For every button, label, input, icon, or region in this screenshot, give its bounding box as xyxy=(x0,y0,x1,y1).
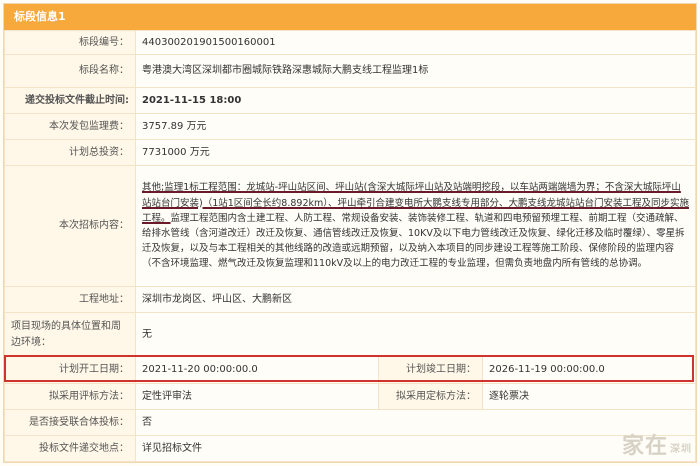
award-method-label: 拟采用定标方法： xyxy=(378,383,483,410)
scope-rest-text: 监理工程范围内含土建工程、人防工程、常规设备安装、装饰装修工程、轨道和四电预留预… xyxy=(142,212,685,270)
eval-method-value: 定性评审法 xyxy=(135,383,379,410)
row-location: 工程地址： 深圳市龙岗区、坪山区、大鹏新区 xyxy=(4,286,696,313)
row-deadline: 递交投标文件截止时间: 2021-11-15 18:00 xyxy=(4,87,696,114)
consortium-label: 是否接受联合体投标： xyxy=(4,409,136,436)
location-label: 工程地址： xyxy=(4,286,136,313)
row-planned-dates: 计划开工日期： 2021-11-20 00:00:00.0 计划竣工日期： 20… xyxy=(4,356,696,384)
row-evaluation: 拟采用评标方法： 定性评审法 拟采用定标方法： 逐轮票决 xyxy=(4,383,696,410)
tender-section-panel: 标段信息1 标段编号： 440300201901500160001 标段名称： … xyxy=(3,3,697,463)
submission-value: 详见招标文件 xyxy=(135,435,696,462)
row-section-code: 标段编号： 440300201901500160001 xyxy=(4,30,696,55)
submission-label: 投标文件递交地点： xyxy=(4,435,136,462)
site-value: 无 xyxy=(135,312,696,357)
end-date-value: 2026-11-19 00:00:00.0 xyxy=(482,356,696,384)
deadline-label: 递交投标文件截止时间: xyxy=(4,87,136,114)
start-date-label: 计划开工日期： xyxy=(4,356,136,384)
investment-value: 7731000 万元 xyxy=(135,139,696,166)
section-name-label: 标段名称： xyxy=(4,54,136,88)
consortium-value: 否 xyxy=(135,409,696,436)
row-site-environment: 项目现场的具体位置和周边环境： 无 xyxy=(4,312,696,357)
tender-info-table: 标段编号： 440300201901500160001 标段名称： 粤港澳大湾区… xyxy=(4,30,696,462)
row-consortium: 是否接受联合体投标： 否 xyxy=(4,409,696,436)
fee-label: 本次发包监理费： xyxy=(4,113,136,140)
section-code-value: 440300201901500160001 xyxy=(135,30,696,55)
row-total-investment: 计划总投资： 7731000 万元 xyxy=(4,139,696,166)
row-submission-place: 投标文件递交地点： 详见招标文件 xyxy=(4,435,696,462)
site-label: 项目现场的具体位置和周边环境： xyxy=(4,312,136,357)
panel-header: 标段信息1 xyxy=(4,4,696,30)
watermark-subtext: 深圳 xyxy=(670,443,692,455)
award-method-value: 逐轮票决 xyxy=(482,383,696,410)
eval-method-label: 拟采用评标方法： xyxy=(4,383,136,410)
investment-label: 计划总投资： xyxy=(4,139,136,166)
row-supervision-fee: 本次发包监理费： 3757.89 万元 xyxy=(4,113,696,140)
scope-label: 本次招标内容： xyxy=(4,165,136,287)
section-name-value: 粤港澳大湾区深圳都市圈城际铁路深惠城际大鹏支线工程监理1标 xyxy=(135,54,696,88)
start-date-value: 2021-11-20 00:00:00.0 xyxy=(135,356,379,384)
row-section-name: 标段名称： 粤港澳大湾区深圳都市圈城际铁路深惠城际大鹏支线工程监理1标 xyxy=(4,54,696,88)
row-tender-scope: 本次招标内容： 其他;监理1标工程范围：龙城站-坪山站区间、坪山站(含深大城际坪… xyxy=(4,165,696,287)
watermark-text: 家在 xyxy=(621,434,668,459)
end-date-label: 计划竣工日期： xyxy=(378,356,483,384)
fee-value: 3757.89 万元 xyxy=(135,113,696,140)
deadline-value: 2021-11-15 18:00 xyxy=(135,87,696,114)
location-value: 深圳市龙岗区、坪山区、大鹏新区 xyxy=(135,286,696,313)
section-code-label: 标段编号： xyxy=(4,30,136,55)
scope-value: 其他;监理1标工程范围：龙城站-坪山站区间、坪山站(含深大城际坪山站及站端明挖段… xyxy=(135,165,696,287)
watermark-logo: 家在 深圳 xyxy=(622,428,692,460)
